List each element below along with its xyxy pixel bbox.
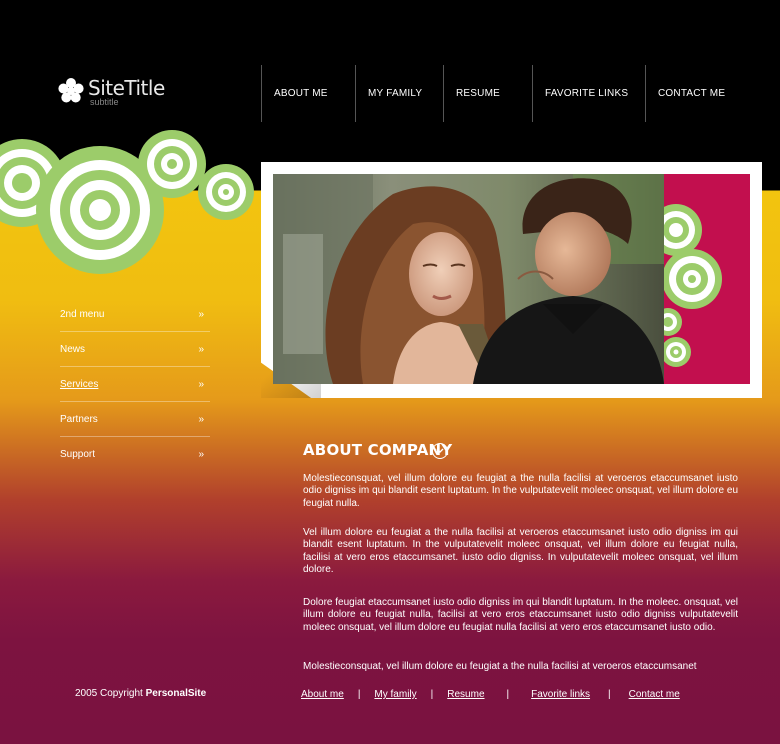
footer-link-about-me[interactable]: About me [301, 689, 344, 700]
double-chevron-right-icon: » [198, 378, 204, 390]
nav-my-family[interactable]: MY FAMILY [355, 65, 443, 122]
footer-link-my-family[interactable]: My family [374, 689, 416, 700]
left-menu-label: Support [60, 448, 96, 460]
circle-medium [138, 130, 206, 198]
about-paragraph: Molestieconsquat, vel illum dolore eu fe… [303, 473, 738, 509]
footer-link-resume[interactable]: Resume [447, 689, 484, 700]
nav-resume[interactable]: RESUME [443, 65, 532, 122]
side-circles-decoration [664, 204, 722, 367]
double-chevron-right-icon: » [198, 413, 204, 425]
hero-photo-couple [273, 174, 664, 384]
double-chevron-right-icon: » [198, 448, 204, 460]
footer-separator: | [357, 689, 361, 700]
nav-about-me[interactable]: ABOUT ME [261, 65, 355, 122]
about-paragraph: Molestieconsquat, vel illum dolore eu fe… [303, 661, 697, 672]
left-menu-item-2nd-menu[interactable]: 2nd menu » [60, 297, 210, 332]
copyright-notice: 2005 Copyright PersonalSite [75, 688, 206, 699]
chevron-down-icon [436, 448, 444, 453]
left-menu-item-support[interactable]: Support » [60, 437, 210, 471]
left-menu-label: Services [60, 378, 99, 390]
flower-icon [58, 78, 84, 103]
copyright-site-name: PersonalSite [145, 688, 207, 699]
about-paragraph: Dolore feugiat etaccumsanet iusto odio d… [303, 597, 738, 633]
footer-separator: | [506, 689, 510, 700]
left-menu-item-news[interactable]: News » [60, 332, 210, 367]
left-menu: 2nd menu » News » Services » Partners » … [60, 297, 210, 471]
nav-contact-me[interactable]: CONTACT ME [645, 65, 745, 122]
concentric-circles-decoration [0, 130, 254, 274]
chevron-down-circle-icon[interactable] [432, 443, 448, 459]
footer-separator: | [430, 689, 434, 700]
about-paragraph: Vel illum dolore eu feugiat a the nulla … [303, 527, 738, 576]
nav-favorite-links[interactable]: FAVORITE LINKS [532, 65, 645, 122]
footer-navigation: About me | My family | Resume | Favorite… [301, 689, 680, 700]
left-menu-label: 2nd menu [60, 308, 105, 320]
circle-small-right [198, 164, 254, 220]
left-menu-item-partners[interactable]: Partners » [60, 402, 210, 437]
about-heading: ABOUT COMPANY [303, 441, 453, 459]
double-chevron-right-icon: » [198, 308, 204, 320]
double-chevron-right-icon: » [198, 343, 204, 355]
copyright-prefix: 2005 Copyright [75, 688, 146, 699]
left-menu-label: News [60, 343, 86, 355]
site-subtitle: subtitle [90, 97, 119, 107]
left-menu-label: Partners [60, 413, 98, 425]
top-navigation: ABOUT ME MY FAMILY RESUME FAVORITE LINKS… [261, 65, 745, 122]
footer-link-contact-me[interactable]: Contact me [629, 689, 680, 700]
footer-link-favorite-links[interactable]: Favorite links [531, 689, 590, 700]
left-menu-item-services[interactable]: Services » [60, 367, 210, 402]
photo-side-panel [664, 174, 750, 384]
footer-separator: | [608, 689, 611, 700]
